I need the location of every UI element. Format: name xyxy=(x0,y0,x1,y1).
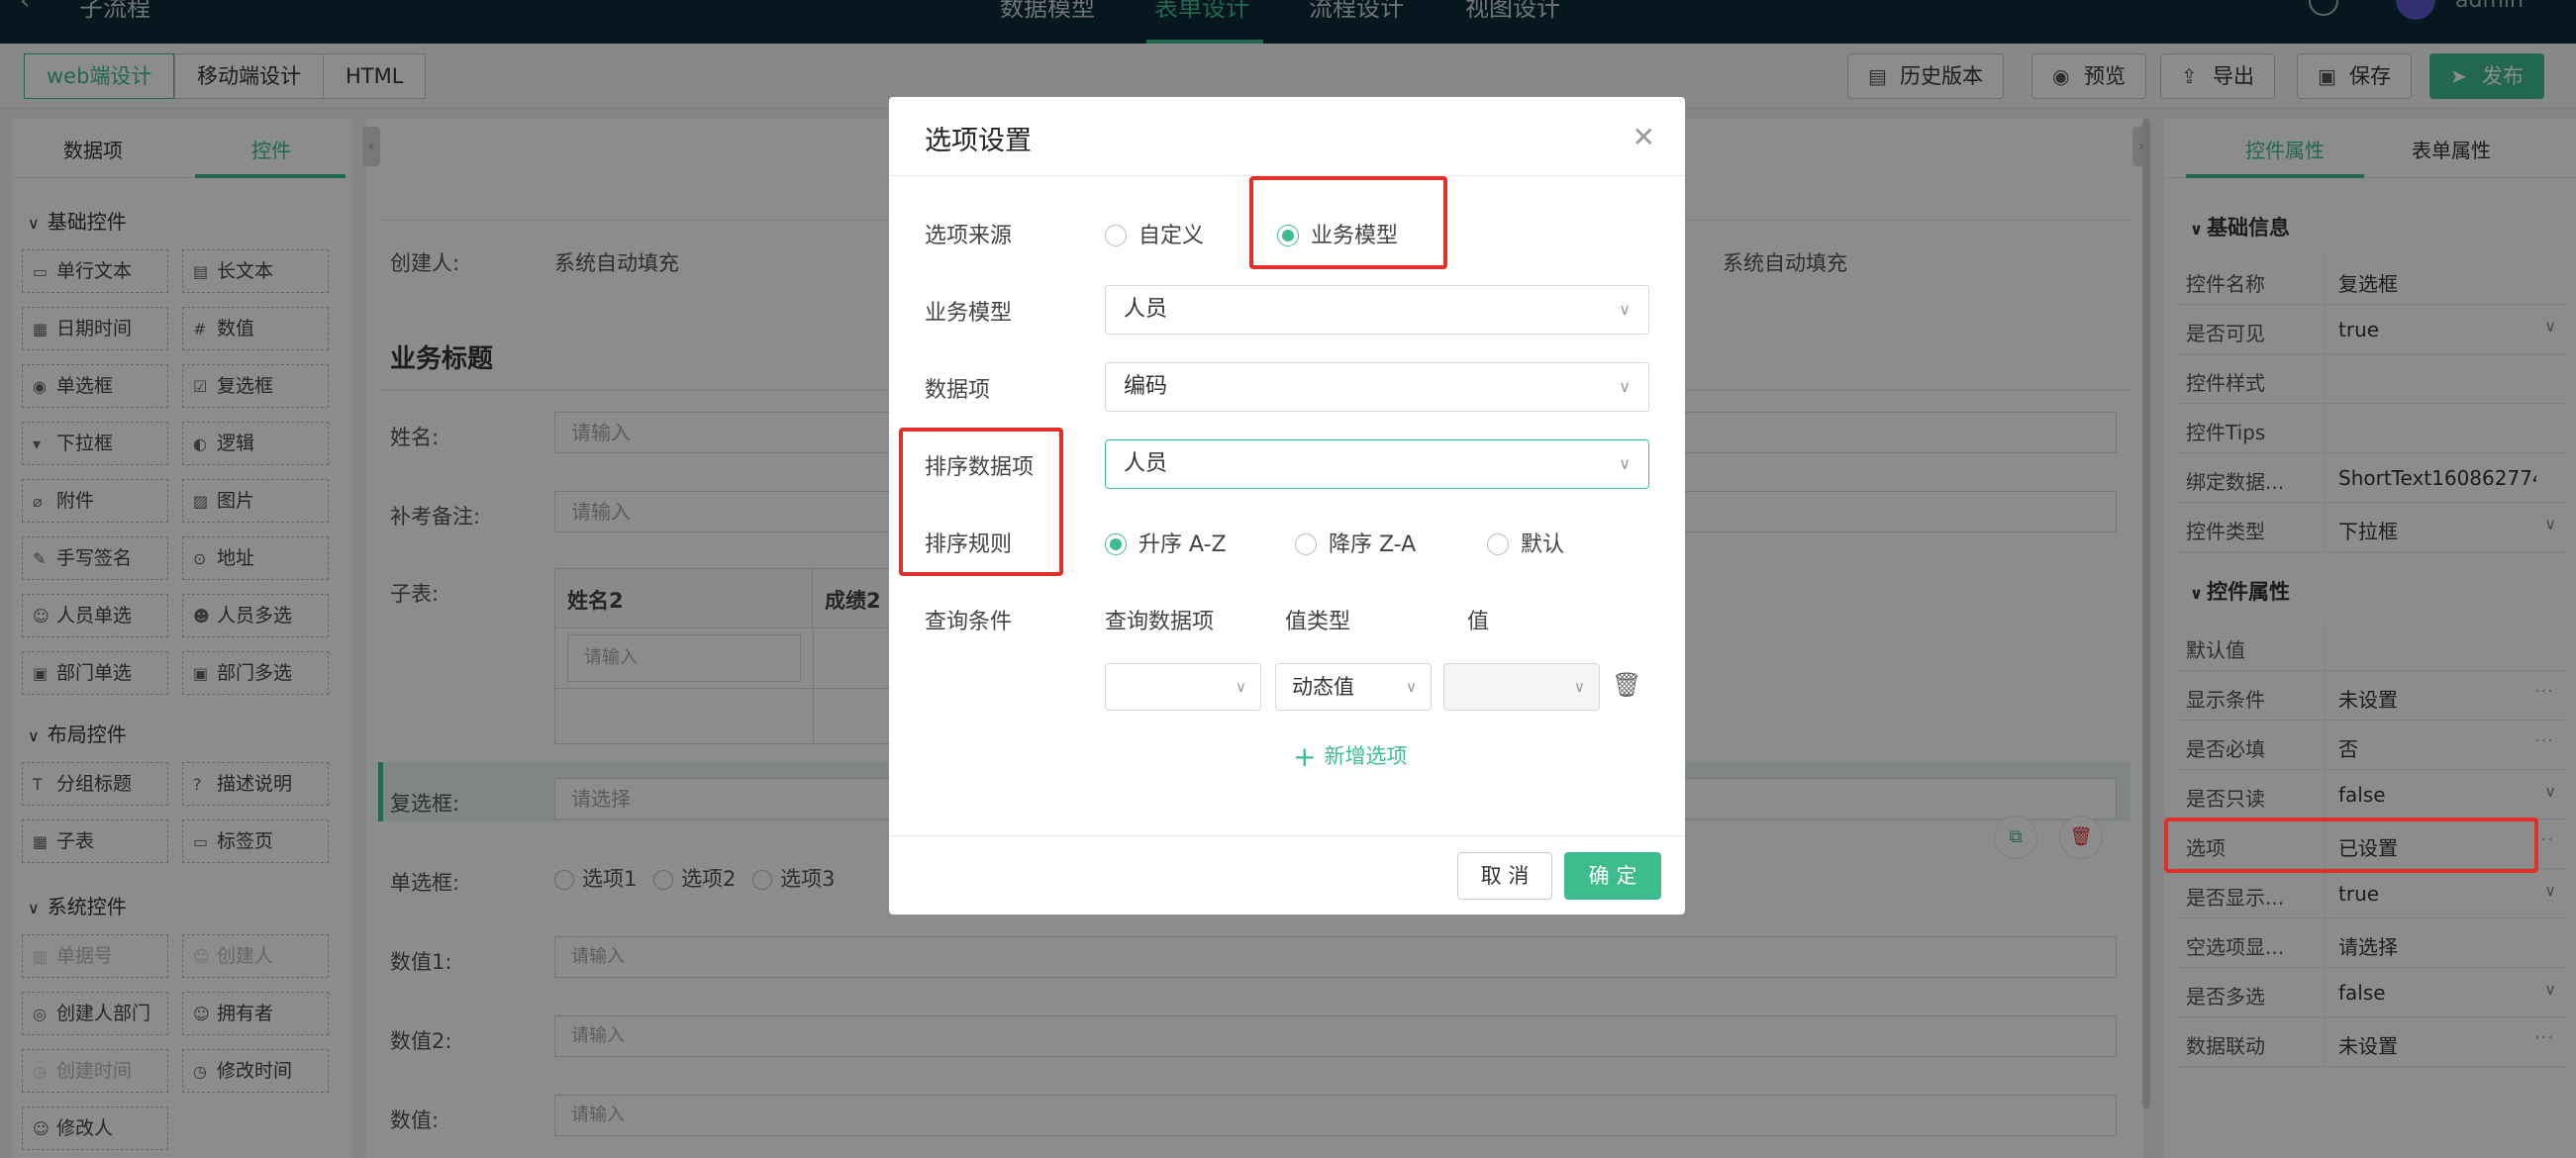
query-label: 查询条件 xyxy=(925,610,1013,634)
dialog-header: 选项设置 ✕ xyxy=(889,97,1685,176)
sort-field-select[interactable]: 人员 ∨ xyxy=(1105,439,1649,489)
dialog-footer: 取 消 确 定 xyxy=(889,835,1685,915)
annotation-box-business-model xyxy=(1249,176,1447,269)
trash-icon[interactable]: 🗑 xyxy=(1612,671,1641,699)
radio-sort-desc-label: 降序 Z-A xyxy=(1329,532,1417,557)
radio-sort-asc[interactable]: 升序 A-Z xyxy=(1105,527,1227,558)
query-field-select[interactable]: ∨ xyxy=(1105,663,1261,711)
field-select[interactable]: 编码 ∨ xyxy=(1105,362,1649,412)
model-select[interactable]: 人员 ∨ xyxy=(1105,285,1649,335)
chevron-down-icon: ∨ xyxy=(1619,300,1631,319)
radio-custom-label: 自定义 xyxy=(1139,224,1205,248)
query-col-value-type: 值类型 xyxy=(1285,610,1351,634)
chevron-down-icon: ∨ xyxy=(1619,377,1631,396)
radio-circle-icon xyxy=(1105,225,1127,246)
dialog-title: 选项设置 xyxy=(925,126,1032,156)
radio-checked-icon xyxy=(1105,533,1127,555)
chevron-down-icon: ∨ xyxy=(1574,678,1585,696)
query-col-value: 值 xyxy=(1467,610,1490,634)
annotation-box-sort-labels xyxy=(899,428,1063,576)
source-label: 选项来源 xyxy=(925,224,1013,248)
sort-field-select-value: 人员 xyxy=(1124,451,1168,476)
model-label: 业务模型 xyxy=(925,301,1013,326)
confirm-button[interactable]: 确 定 xyxy=(1564,852,1661,900)
query-col-field: 查询数据项 xyxy=(1105,610,1215,634)
add-option-button[interactable]: + 新增选项 xyxy=(1293,740,1407,773)
cancel-button[interactable]: 取 消 xyxy=(1457,852,1552,900)
annotation-box-options-row xyxy=(2164,818,2538,873)
value-select[interactable]: ∨ xyxy=(1443,663,1600,711)
radio-sort-default[interactable]: 默认 xyxy=(1487,527,1564,558)
plus-icon: + xyxy=(1293,740,1317,773)
radio-sort-desc[interactable]: 降序 Z-A xyxy=(1295,527,1416,558)
chevron-down-icon: ∨ xyxy=(1406,678,1417,696)
chevron-down-icon: ∨ xyxy=(1619,454,1631,473)
value-type-select[interactable]: 动态值 ∨ xyxy=(1275,663,1432,711)
field-select-value: 编码 xyxy=(1124,374,1168,399)
radio-circle-icon xyxy=(1487,533,1509,555)
chevron-down-icon: ∨ xyxy=(1236,678,1246,696)
value-type-value: 动态值 xyxy=(1292,675,1354,699)
radio-sort-asc-label: 升序 A-Z xyxy=(1139,532,1227,557)
radio-circle-icon xyxy=(1295,533,1317,555)
close-icon[interactable]: ✕ xyxy=(1633,121,1655,153)
radio-sort-default-label: 默认 xyxy=(1521,532,1565,557)
model-select-value: 人员 xyxy=(1124,297,1168,322)
add-option-label: 新增选项 xyxy=(1324,744,1408,768)
radio-custom[interactable]: 自定义 xyxy=(1105,218,1204,249)
field-label: 数据项 xyxy=(925,378,991,403)
